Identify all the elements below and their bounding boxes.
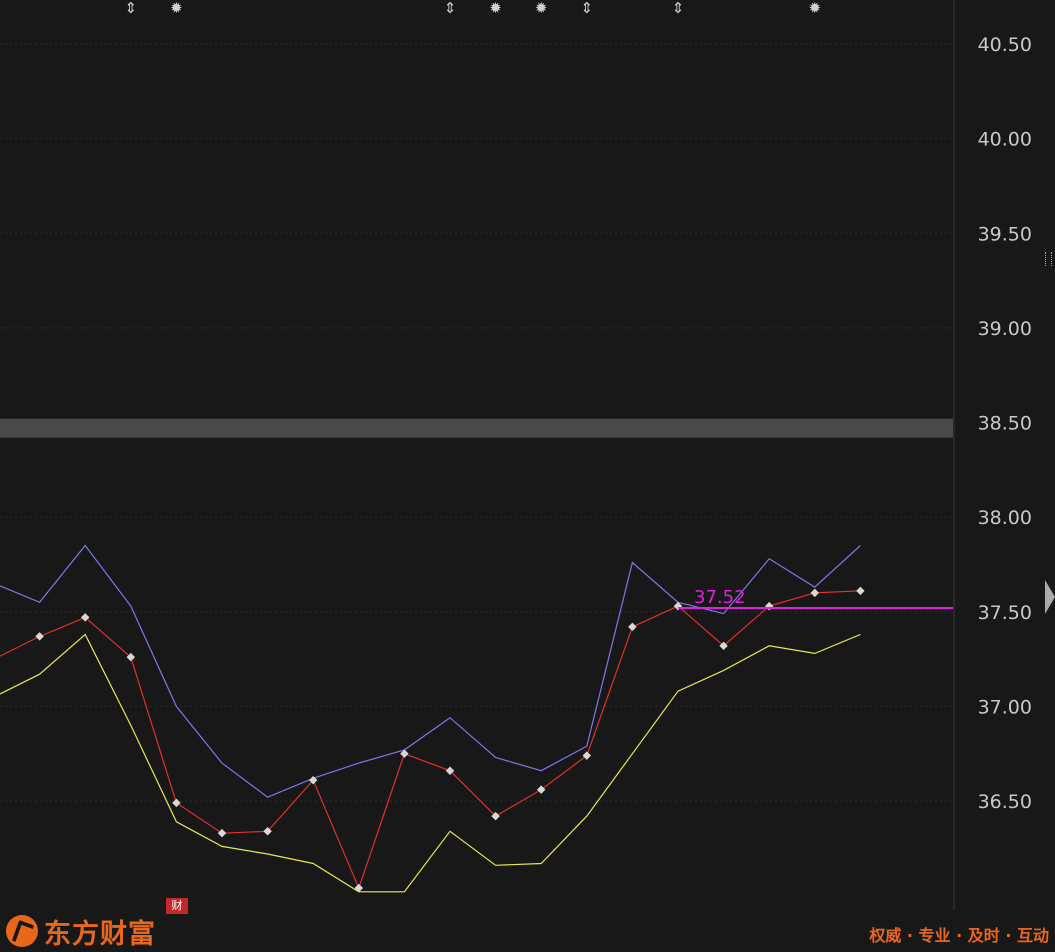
series-line-upper [0,544,861,798]
event-marker-icon[interactable]: ✹ [809,0,822,17]
eastmoney-logo-icon [6,915,38,947]
event-marker-icon[interactable]: ⇕ [125,0,138,17]
y-tick-label: 40.50 [978,34,1032,56]
event-marker-icon[interactable]: ⇕ [444,0,457,17]
y-tick-label: 39.50 [978,223,1032,245]
series-point [354,883,364,893]
series-point [172,798,181,808]
price-band-rect [0,418,953,438]
resize-grip-icon[interactable] [1045,252,1052,266]
finance-report-badge[interactable]: 财 [166,898,188,914]
series-point [628,622,637,632]
series-point [856,586,865,596]
series-point [217,828,227,838]
price-band [0,418,953,438]
y-tick-label: 39.00 [978,318,1032,340]
event-marker-icon[interactable]: ⇕ [672,0,685,17]
y-tick-label: 37.50 [978,602,1032,624]
y-tick-label: 36.50 [978,791,1032,813]
series-point [810,588,820,598]
brand-slogan: 权威 · 专业 · 及时 · 互动 [869,926,1049,945]
event-marker-icon[interactable]: ✹ [535,0,548,17]
y-axis: 40.50 40.00 39.50 39.00 38.50 38.00 37.50 37.00… [978,34,1032,813]
event-marker-icon[interactable]: ✹ [489,0,502,17]
series-point [35,632,44,641]
y-tick-label: 38.00 [978,507,1032,529]
brand-name: 东方财富 [44,918,156,950]
grid-lines [0,0,955,910]
y-tick-label: 40.00 [978,129,1032,151]
brand-logo: 东方财富 [6,912,156,950]
reference-line-label: 37.52 [694,587,746,608]
y-tick-label: 38.50 [978,413,1032,435]
event-marker-icon[interactable]: ✹ [170,0,183,17]
event-markers[interactable]: ⇕ ✹ ⇕ ✹ ✹ ⇕ ⇕ ✹ [125,0,822,17]
price-chart: 40.50 40.00 39.50 39.00 38.50 38.00 37.50 37.00… [0,0,1032,910]
y-tick-label: 37.00 [978,696,1032,718]
series-line-middle [0,590,861,890]
event-marker-icon[interactable]: ⇕ [581,0,594,17]
